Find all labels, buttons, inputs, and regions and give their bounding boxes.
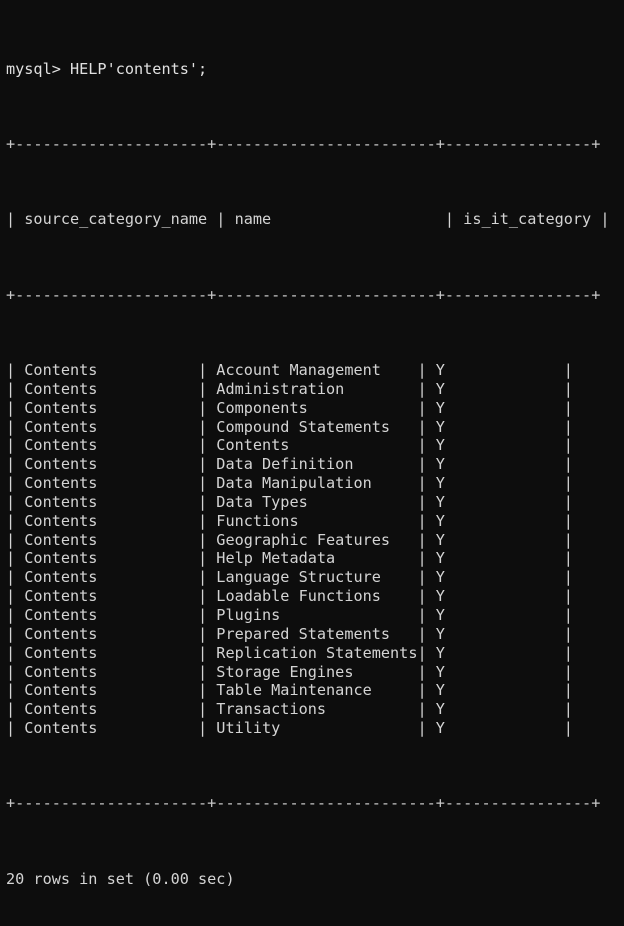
table-row: | Contents | Prepared Statements | Y | (6, 624, 573, 643)
table-header-row: | source_category_name | name | is_it_ca… (6, 210, 610, 229)
table-row: | Contents | Account Management | Y | (6, 361, 573, 380)
table-top-border: +---------------------+-----------------… (6, 134, 601, 153)
table-row: | Contents | Storage Engines | Y | (6, 662, 573, 681)
table-header-separator: +---------------------+-----------------… (6, 285, 601, 304)
command-prompt-line: mysql> HELP'contents'; (6, 59, 208, 78)
table-row: | Contents | Help Metadata | Y | (6, 549, 573, 568)
table-row: | Contents | Compound Statements | Y | (6, 417, 573, 436)
table-row: | Contents | Administration | Y | (6, 379, 573, 398)
table-row: | Contents | Table Maintenance | Y | (6, 681, 573, 700)
table-row: | Contents | Data Types | Y | (6, 492, 573, 511)
table-row: | Contents | Data Definition | Y | (6, 455, 573, 474)
result-summary: 20 rows in set (0.00 sec) (6, 869, 235, 888)
table-row: | Contents | Data Manipulation | Y | (6, 474, 573, 493)
table-row: | Contents | Geographic Features | Y | (6, 530, 573, 549)
table-row: | Contents | Transactions | Y | (6, 700, 573, 719)
table-row: | Contents | Loadable Functions | Y | (6, 587, 573, 606)
table-row: | Contents | Replication Statements| Y | (6, 643, 573, 662)
table-row: | Contents | Contents | Y | (6, 436, 573, 455)
table-row: | Contents | Plugins | Y | (6, 606, 573, 624)
table-row: | Contents | Utility | Y | (6, 719, 573, 738)
table-body: | Contents | Account Management | Y | | C… (6, 361, 624, 738)
table-row: | Contents | Language Structure | Y | (6, 568, 573, 587)
table-bottom-border: +---------------------+-----------------… (6, 794, 601, 813)
table-row: | Contents | Components | Y | (6, 398, 573, 417)
table-row: | Contents | Functions | Y | (6, 511, 573, 530)
terminal-window[interactable]: mysql> HELP'contents'; +----------------… (0, 0, 624, 888)
